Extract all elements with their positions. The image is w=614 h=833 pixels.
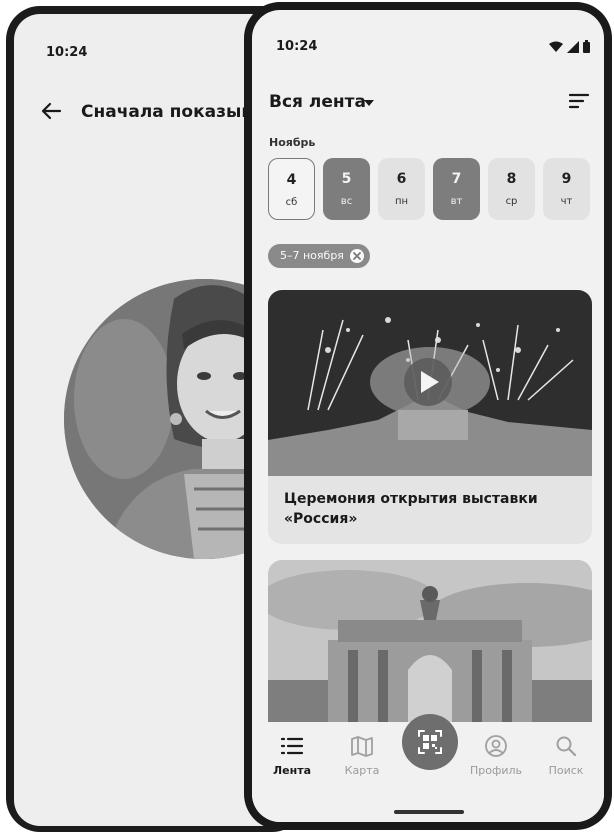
status-icons (549, 40, 590, 53)
feed-title[interactable]: Вся лента (269, 92, 366, 112)
sort-filter-icon[interactable] (568, 92, 590, 110)
day-number: 6 (396, 171, 407, 187)
day-number: 8 (506, 171, 517, 187)
day-7[interactable]: 7 вт (433, 158, 480, 220)
profile-icon (485, 735, 507, 757)
day-number: 5 (341, 171, 352, 187)
day-number: 7 (451, 171, 462, 187)
day-of-week: вт (450, 196, 463, 207)
day-of-week: вс (340, 196, 353, 207)
day-6[interactable]: 6 пн (378, 158, 425, 220)
front-phone-screen: 10:24 Вся лента Ноябрь 4 сб 5 вс 6 пн 7 … (252, 10, 604, 822)
date-filter-label: 5–7 ноября (280, 249, 344, 262)
status-bar: 10:24 (252, 10, 604, 54)
fireworks-photo (268, 290, 592, 476)
tab-label: Поиск (548, 764, 584, 777)
home-indicator (394, 810, 464, 814)
event-card[interactable] (268, 560, 592, 740)
battery-icon (583, 40, 590, 53)
qr-scan-button[interactable] (402, 714, 458, 770)
date-filter-chip[interactable]: 5–7 ноября (268, 244, 370, 268)
day-picker: 4 сб 5 вс 6 пн 7 вт 8 ср 9 чт (252, 158, 604, 224)
day-of-week: ср (505, 196, 518, 207)
tab-search[interactable]: Поиск (534, 722, 598, 777)
day-of-week: пн (394, 196, 409, 207)
day-5[interactable]: 5 вс (323, 158, 370, 220)
back-status-time: 10:24 (46, 45, 88, 60)
qr-scan-icon (418, 730, 442, 754)
signal-icon (567, 40, 579, 53)
map-icon (351, 736, 373, 757)
arch-gate-photo (268, 560, 592, 740)
feed-header: Вся лента (252, 88, 604, 118)
day-4[interactable]: 4 сб (268, 158, 315, 220)
tab-map[interactable]: Карта (330, 722, 394, 777)
day-of-week: чт (560, 196, 573, 207)
chevron-down-icon[interactable] (363, 99, 375, 107)
tab-label: Лента (273, 764, 311, 777)
status-time: 10:24 (276, 39, 318, 54)
event-card-title: Церемония открытия выставки «Россия» (284, 491, 538, 527)
tab-feed[interactable]: Лента (260, 722, 324, 777)
day-9[interactable]: 9 чт (543, 158, 590, 220)
day-number: 9 (561, 171, 572, 187)
day-8[interactable]: 8 ср (488, 158, 535, 220)
list-icon (280, 737, 304, 755)
back-arrow-icon[interactable] (40, 100, 62, 122)
wifi-icon (549, 41, 563, 52)
day-of-week: сб (285, 197, 298, 208)
tab-label: Карта (344, 764, 380, 777)
tab-profile[interactable]: Профиль (464, 722, 528, 777)
search-icon (556, 736, 577, 757)
month-label: Ноябрь (269, 136, 316, 149)
day-number: 4 (286, 172, 297, 188)
tab-label: Профиль (469, 764, 523, 777)
event-card[interactable]: Церемония открытия выставки «Россия» (268, 290, 592, 544)
close-icon[interactable] (349, 248, 365, 264)
